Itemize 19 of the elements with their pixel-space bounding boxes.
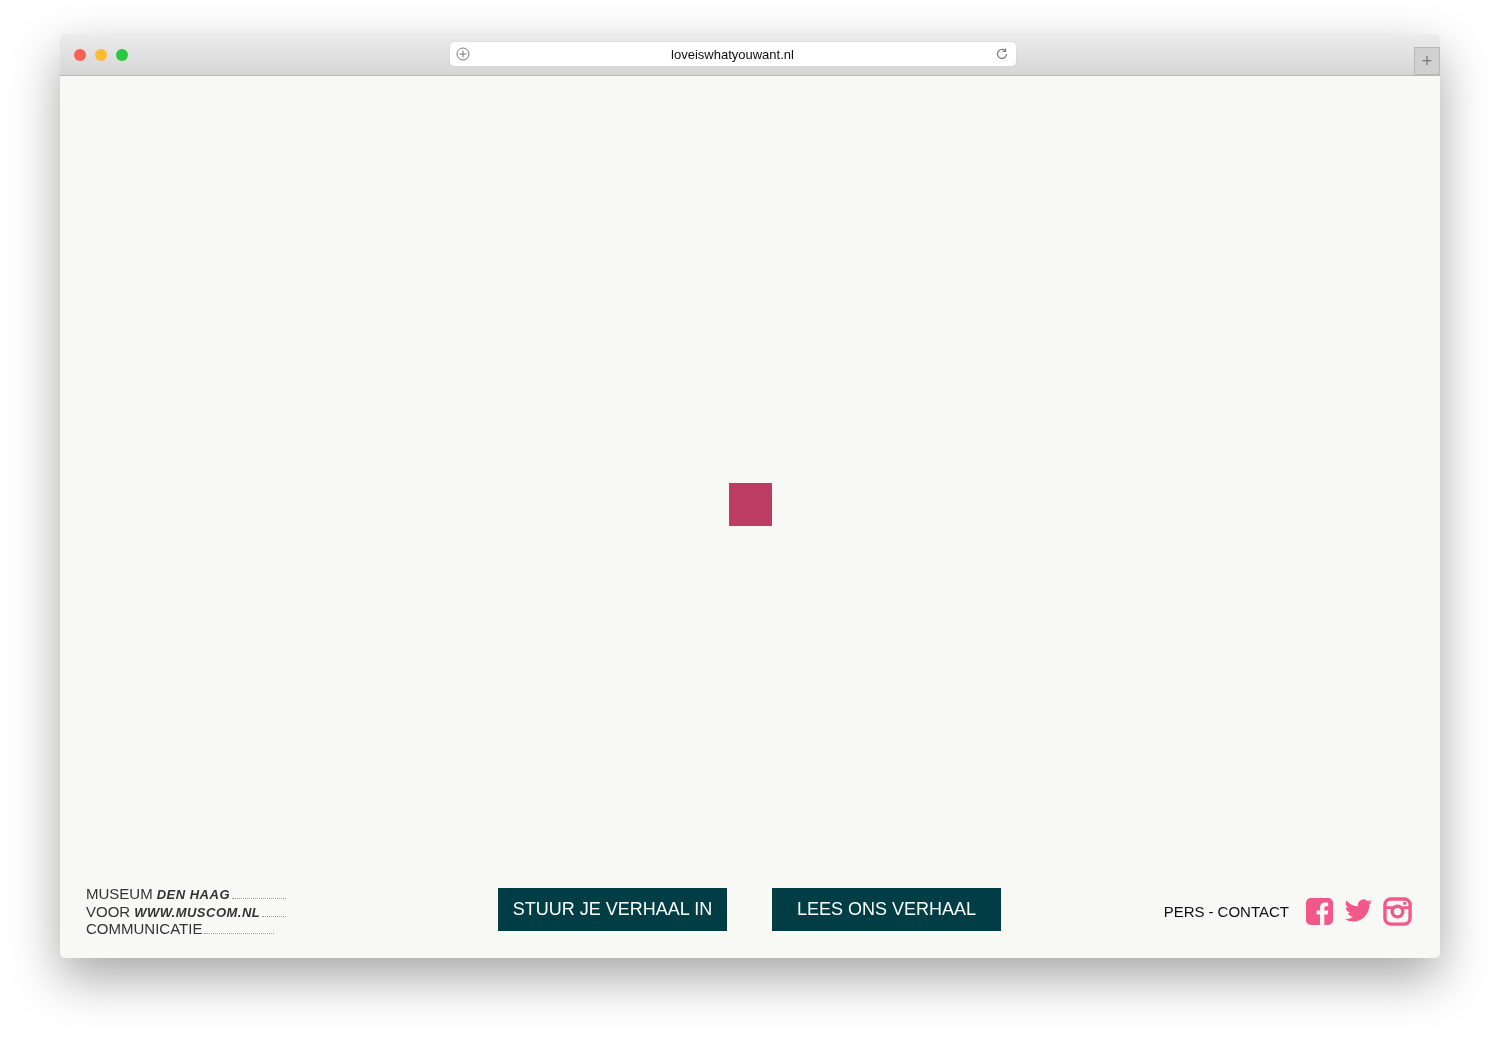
camera-icon[interactable] — [1383, 897, 1412, 926]
logo-handwritten-text: WWW.MUSCOM.NL — [134, 904, 261, 921]
story-button[interactable]: LEES ONS VERHAAL — [772, 888, 1001, 931]
loading-square — [728, 483, 772, 526]
zoom-button[interactable] — [116, 48, 128, 61]
story-button[interactable]: STUUR JE VERHAAL IN — [498, 888, 727, 931]
logo-handwritten-text: DEN HAAG — [156, 887, 230, 904]
logo-text: COMMUNICATIE — [86, 921, 203, 938]
address-bar[interactable]: loveiswhatyouwant.nl — [450, 42, 1016, 66]
footer-link[interactable]: PERS — [1163, 903, 1205, 920]
reload-icon[interactable] — [995, 47, 1009, 61]
add-icon[interactable] — [456, 47, 470, 61]
footer-link[interactable]: CONTACT — [1217, 903, 1289, 920]
close-button[interactable] — [74, 48, 86, 61]
logo-text: VOOR — [86, 903, 131, 920]
logo-text: MUSEUM — [86, 886, 153, 903]
link-separator: - — [1208, 903, 1214, 920]
facebook-icon[interactable] — [1305, 897, 1334, 926]
url-text: loveiswhatyouwant.nl — [670, 46, 795, 62]
